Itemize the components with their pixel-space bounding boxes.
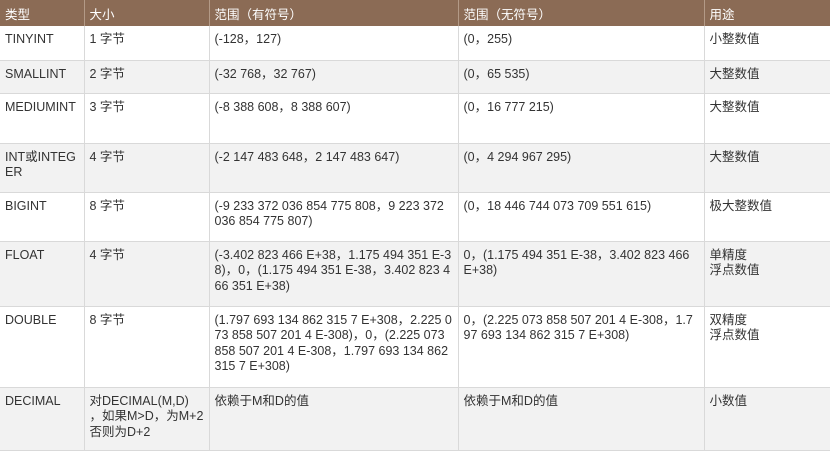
table-header: 类型 大小 范围（有符号） 范围（无符号） 用途: [0, 0, 830, 26]
cell-unsigned-range: (0，16 777 215): [458, 93, 705, 144]
cell-usage: 单精度 浮点数值: [704, 241, 830, 307]
header-usage: 用途: [709, 7, 735, 22]
table-row: DOUBLE 8 字节 (1.797 693 134 862 315 7 E+3…: [0, 306, 830, 388]
cell-signed-range: (-128，127): [209, 26, 459, 61]
cell-unsigned-range: (0，4 294 967 295): [458, 143, 705, 193]
mysql-numeric-types-table: 类型 大小 范围（有符号） 范围（无符号） 用途 TINYINT 1 字节 (-…: [0, 0, 830, 451]
cell-size: 2 字节: [84, 60, 210, 94]
cell-unsigned-range: 0，(1.175 494 351 E-38，3.402 823 466 E+38…: [458, 241, 705, 307]
cell-type: INT或INTEGER: [0, 143, 85, 193]
header-signed-range: 范围（有符号）: [209, 0, 459, 26]
header-row: 类型 大小 范围（有符号） 范围（无符号） 用途: [0, 0, 830, 26]
cell-signed-range: 依赖于M和D的值: [209, 387, 459, 451]
cell-usage: 双精度 浮点数值: [704, 306, 830, 388]
cell-usage: 小数值: [704, 387, 830, 451]
table-row: TINYINT 1 字节 (-128，127) (0，255) 小整数值: [0, 26, 830, 61]
cell-unsigned-range: (0，65 535): [458, 60, 705, 94]
cell-type: BIGINT: [0, 192, 85, 242]
cell-type: SMALLINT: [0, 60, 85, 94]
cell-unsigned-range: (0，18 446 744 073 709 551 615): [458, 192, 705, 242]
cell-type: FLOAT: [0, 241, 85, 307]
cell-usage: 大整数值: [704, 93, 830, 144]
table-body: TINYINT 1 字节 (-128，127) (0，255) 小整数值 SMA…: [0, 26, 830, 451]
cell-size: 4 字节: [84, 143, 210, 193]
table-row: INT或INTEGER 4 字节 (-2 147 483 648，2 147 4…: [0, 143, 830, 193]
header-size: 大小: [84, 0, 210, 26]
cell-signed-range: (-8 388 608，8 388 607): [209, 93, 459, 144]
cell-signed-range: (1.797 693 134 862 315 7 E+308，2.225 073…: [209, 306, 459, 388]
cell-size: 1 字节: [84, 26, 210, 61]
cell-signed-range: (-3.402 823 466 E+38，1.175 494 351 E-38)…: [209, 241, 459, 307]
table-row: DECIMAL 对DECIMAL(M,D) ，如果M>D，为M+2否则为D+2 …: [0, 387, 830, 451]
table-row: BIGINT 8 字节 (-9 233 372 036 854 775 808，…: [0, 192, 830, 242]
cell-size: 8 字节: [84, 306, 210, 388]
header-unsigned-range: 范围（无符号）: [458, 0, 705, 26]
cell-type: DECIMAL: [0, 387, 85, 451]
table-row: FLOAT 4 字节 (-3.402 823 466 E+38，1.175 49…: [0, 241, 830, 307]
cell-unsigned-range: 0，(2.225 073 858 507 201 4 E-308，1.797 6…: [458, 306, 705, 388]
cell-usage: 大整数值: [704, 143, 830, 193]
cell-signed-range: (-32 768，32 767): [209, 60, 459, 94]
cell-usage: 极大整数值: [704, 192, 830, 242]
cell-size: 3 字节: [84, 93, 210, 144]
table-row: MEDIUMINT 3 字节 (-8 388 608，8 388 607) (0…: [0, 93, 830, 144]
cell-type: TINYINT: [0, 26, 85, 61]
cell-type: MEDIUMINT: [0, 93, 85, 144]
cell-type: DOUBLE: [0, 306, 85, 388]
table-row: SMALLINT 2 字节 (-32 768，32 767) (0，65 535…: [0, 60, 830, 94]
cell-usage: 大整数值: [704, 60, 830, 94]
cell-usage: 小整数值: [704, 26, 830, 61]
cell-unsigned-range: 依赖于M和D的值: [458, 387, 705, 451]
cell-signed-range: (-9 233 372 036 854 775 808，9 223 372 03…: [209, 192, 459, 242]
cell-unsigned-range: (0，255): [458, 26, 705, 61]
cell-size: 4 字节: [84, 241, 210, 307]
cell-size: 8 字节: [84, 192, 210, 242]
cell-signed-range: (-2 147 483 648，2 147 483 647): [209, 143, 459, 193]
header-type: 类型: [0, 0, 85, 26]
cell-size: 对DECIMAL(M,D) ，如果M>D，为M+2否则为D+2: [84, 387, 210, 451]
